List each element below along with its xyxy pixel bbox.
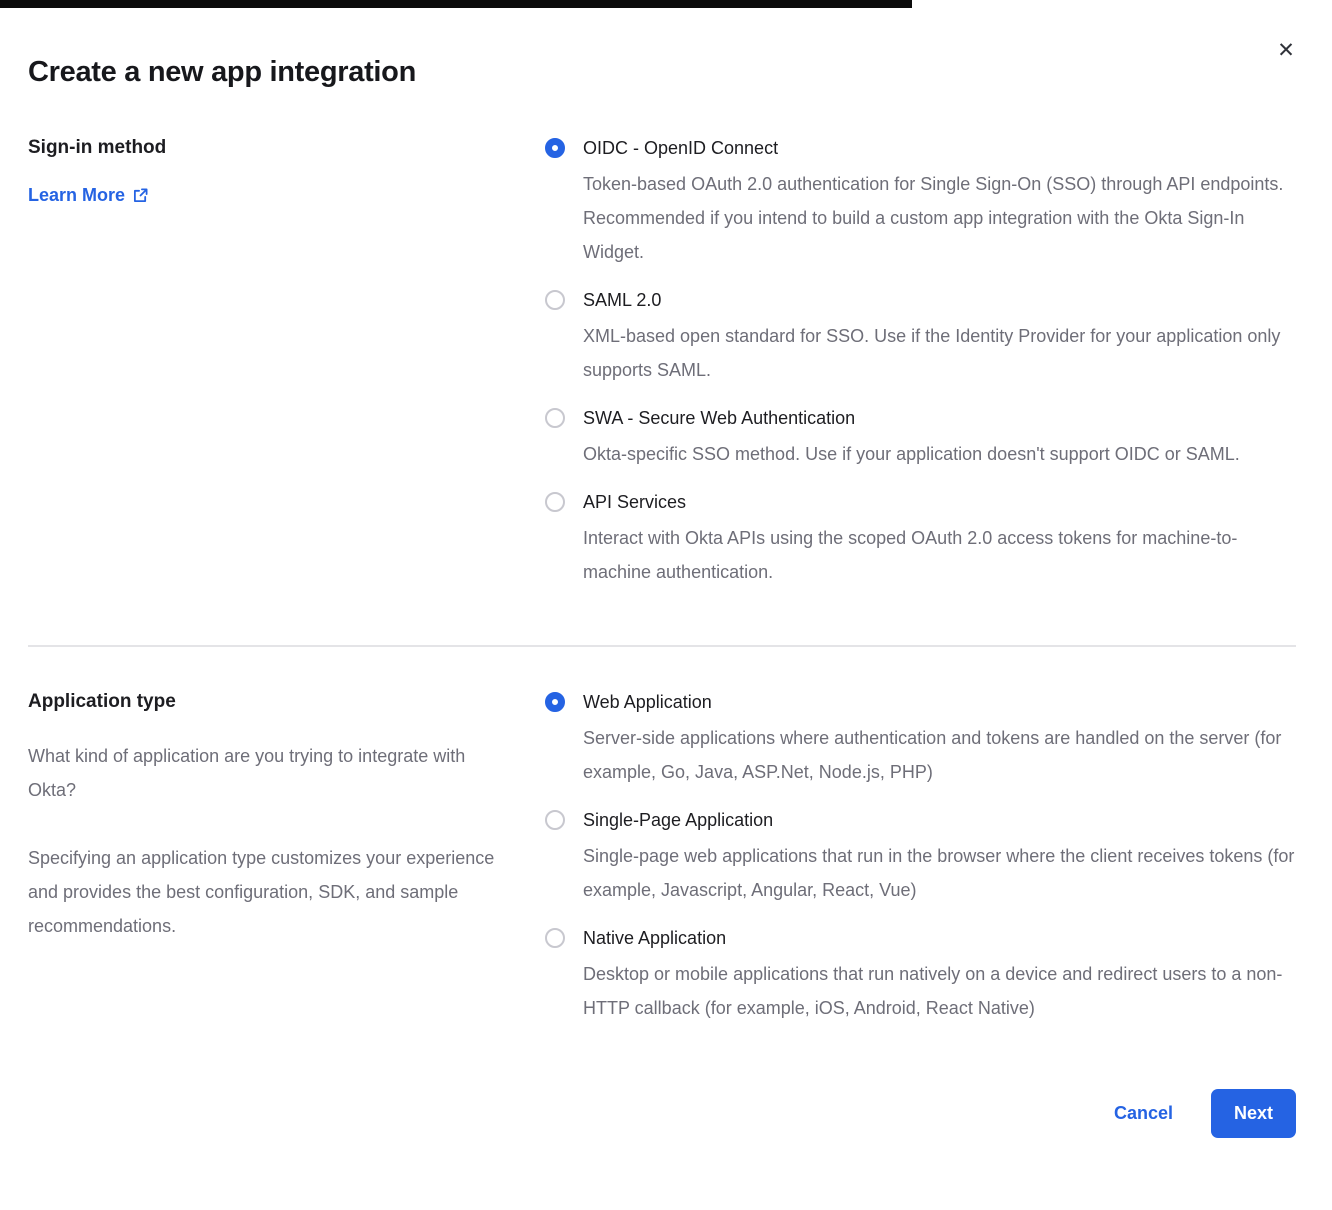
radio-single-page-application[interactable] [545,810,565,830]
create-app-integration-dialog: Create a new app integration Sign-in met… [0,0,1332,1182]
application-type-section: Application type What kind of applicatio… [28,689,1296,1043]
option-web-application-label[interactable]: Web Application [583,689,1296,715]
radio-web-application[interactable] [545,692,565,712]
application-type-left-col: Application type What kind of applicatio… [28,689,545,943]
learn-more-label: Learn More [28,185,125,206]
signin-method-section: Sign-in method Learn More OIDC - OpenID … [28,135,1296,607]
option-web-application: Web Application Server-side applications… [545,689,1296,789]
option-web-application-description: Server-side applications where authentic… [583,721,1296,789]
option-oidc: OIDC - OpenID Connect Token-based OAuth … [545,135,1296,269]
option-oidc-label[interactable]: OIDC - OpenID Connect [583,135,1296,161]
option-native-application: Native Application Desktop or mobile app… [545,925,1296,1025]
external-link-icon [133,188,148,203]
option-native-application-label[interactable]: Native Application [583,925,1296,951]
option-single-page-application-description: Single-page web applications that run in… [583,839,1296,907]
section-divider [28,645,1296,647]
option-single-page-application: Single-Page Application Single-page web … [545,807,1296,907]
radio-oidc[interactable] [545,138,565,158]
option-saml-description: XML-based open standard for SSO. Use if … [583,319,1296,387]
page-title: Create a new app integration [28,56,1296,89]
radio-saml[interactable] [545,290,565,310]
signin-method-heading: Sign-in method [28,135,505,161]
application-type-explanation: Specifying an application type customize… [28,841,505,943]
signin-method-left-col: Sign-in method Learn More [28,135,545,206]
application-type-heading: Application type [28,689,505,715]
radio-api-services[interactable] [545,492,565,512]
option-saml-label[interactable]: SAML 2.0 [583,287,1296,313]
option-swa: SWA - Secure Web Authentication Okta-spe… [545,405,1296,471]
option-swa-label[interactable]: SWA - Secure Web Authentication [583,405,1240,431]
option-oidc-description: Token-based OAuth 2.0 authentication for… [583,167,1296,269]
option-native-application-description: Desktop or mobile applications that run … [583,957,1296,1025]
radio-swa[interactable] [545,408,565,428]
application-type-options: Web Application Server-side applications… [545,689,1296,1043]
option-api-services-description: Interact with Okta APIs using the scoped… [583,521,1296,589]
option-api-services-label[interactable]: API Services [583,489,1296,515]
application-type-question: What kind of application are you trying … [28,739,505,807]
cancel-button[interactable]: Cancel [1114,1103,1173,1124]
option-swa-description: Okta-specific SSO method. Use if your ap… [583,437,1240,471]
option-saml: SAML 2.0 XML-based open standard for SSO… [545,287,1296,387]
option-api-services: API Services Interact with Okta APIs usi… [545,489,1296,589]
learn-more-link[interactable]: Learn More [28,185,148,206]
close-icon[interactable]: ✕ [1272,36,1300,64]
radio-native-application[interactable] [545,928,565,948]
top-edge-bar [0,0,912,8]
next-button[interactable]: Next [1211,1089,1296,1138]
signin-method-options: OIDC - OpenID Connect Token-based OAuth … [545,135,1296,607]
dialog-footer: Cancel Next [28,1089,1296,1182]
option-single-page-application-label[interactable]: Single-Page Application [583,807,1296,833]
